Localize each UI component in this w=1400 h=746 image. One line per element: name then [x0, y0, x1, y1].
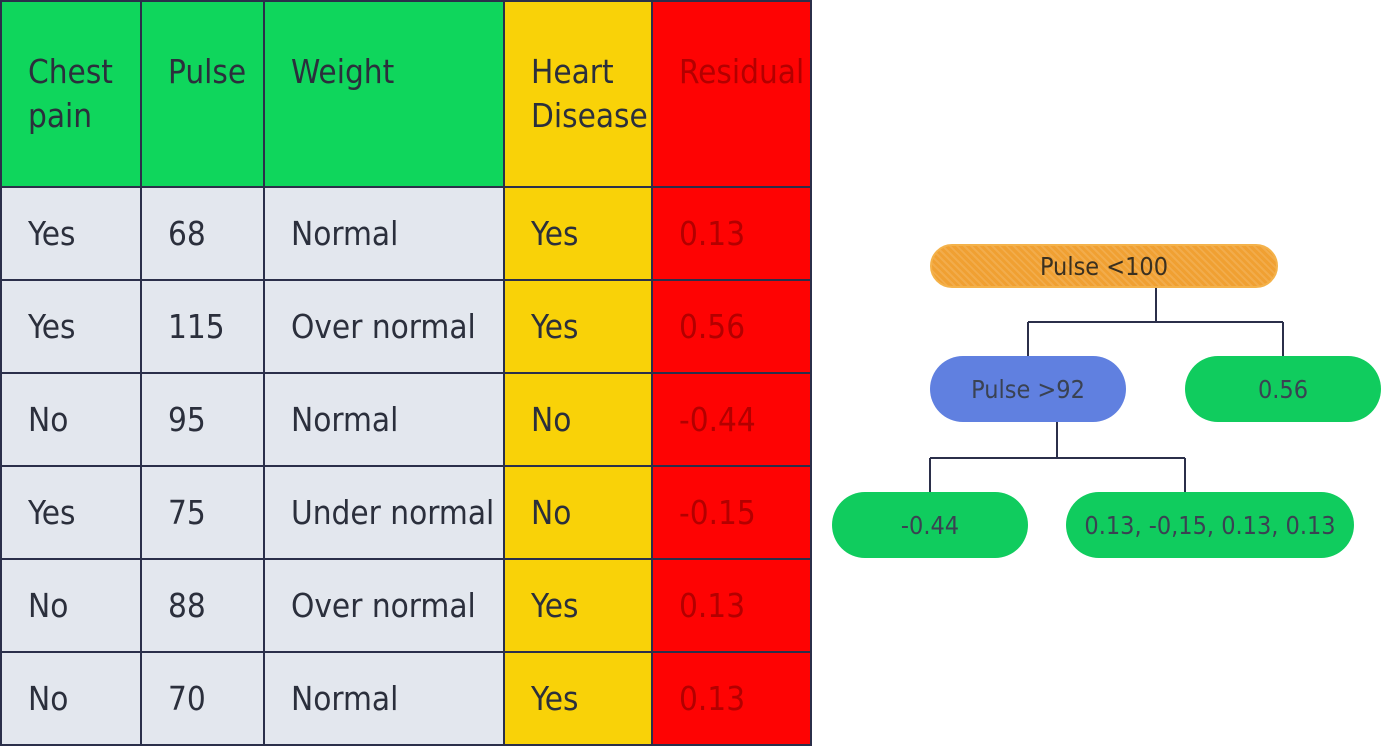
tree-leaf-split-left: -0.44 — [832, 492, 1028, 558]
table-row: No 95 Normal No -0.44 — [0, 372, 812, 467]
cell-heart-disease: Yes — [503, 186, 653, 281]
cell-pulse: 75 — [140, 465, 265, 560]
cell-weight: Normal — [263, 186, 505, 281]
cell-pulse: 95 — [140, 372, 265, 467]
decision-tree: Pulse <100 Pulse >92 0.56 -0.44 0.13, -0… — [810, 0, 1400, 744]
cell-chest-pain: No — [0, 372, 142, 467]
cell-residual: 0.13 — [651, 651, 812, 746]
cell-weight: Normal — [263, 651, 505, 746]
cell-heart-disease: Yes — [503, 558, 653, 653]
cell-weight: Under normal — [263, 465, 505, 560]
cell-pulse: 68 — [140, 186, 265, 281]
cell-heart-disease: Yes — [503, 279, 653, 374]
tree-leaf-right: 0.56 — [1185, 356, 1381, 422]
header-pulse: Pulse — [140, 0, 265, 188]
cell-weight: Over normal — [263, 279, 505, 374]
cell-residual: -0.44 — [651, 372, 812, 467]
cell-pulse: 115 — [140, 279, 265, 374]
cell-chest-pain: Yes — [0, 279, 142, 374]
cell-residual: -0.15 — [651, 465, 812, 560]
table-row: Yes 115 Over normal Yes 0.56 — [0, 279, 812, 374]
header-residual: Residual — [651, 0, 812, 188]
cell-chest-pain: No — [0, 558, 142, 653]
cell-heart-disease: No — [503, 465, 653, 560]
cell-chest-pain: Yes — [0, 465, 142, 560]
header-heart-disease: Heart Disease — [503, 0, 653, 188]
table-row: No 70 Normal Yes 0.13 — [0, 651, 812, 746]
cell-weight: Normal — [263, 372, 505, 467]
cell-residual: 0.13 — [651, 186, 812, 281]
cell-heart-disease: Yes — [503, 651, 653, 746]
table-header-row: Chest pain Pulse Weight Heart Disease Re… — [0, 0, 812, 188]
cell-residual: 0.56 — [651, 279, 812, 374]
cell-pulse: 88 — [140, 558, 265, 653]
cell-heart-disease: No — [503, 372, 653, 467]
table-row: Yes 75 Under normal No -0.15 — [0, 465, 812, 560]
cell-weight: Over normal — [263, 558, 505, 653]
tree-split-node: Pulse >92 — [930, 356, 1126, 422]
cell-pulse: 70 — [140, 651, 265, 746]
tree-leaf-split-right: 0.13, -0,15, 0.13, 0.13 — [1066, 492, 1354, 558]
tree-root-node: Pulse <100 — [930, 244, 1278, 288]
table-row: No 88 Over normal Yes 0.13 — [0, 558, 812, 653]
cell-chest-pain: No — [0, 651, 142, 746]
cell-chest-pain: Yes — [0, 186, 142, 281]
table-row: Yes 68 Normal Yes 0.13 — [0, 186, 812, 281]
cell-residual: 0.13 — [651, 558, 812, 653]
header-chest-pain: Chest pain — [0, 0, 142, 188]
header-weight: Weight — [263, 0, 505, 188]
data-table: Chest pain Pulse Weight Heart Disease Re… — [0, 0, 812, 746]
